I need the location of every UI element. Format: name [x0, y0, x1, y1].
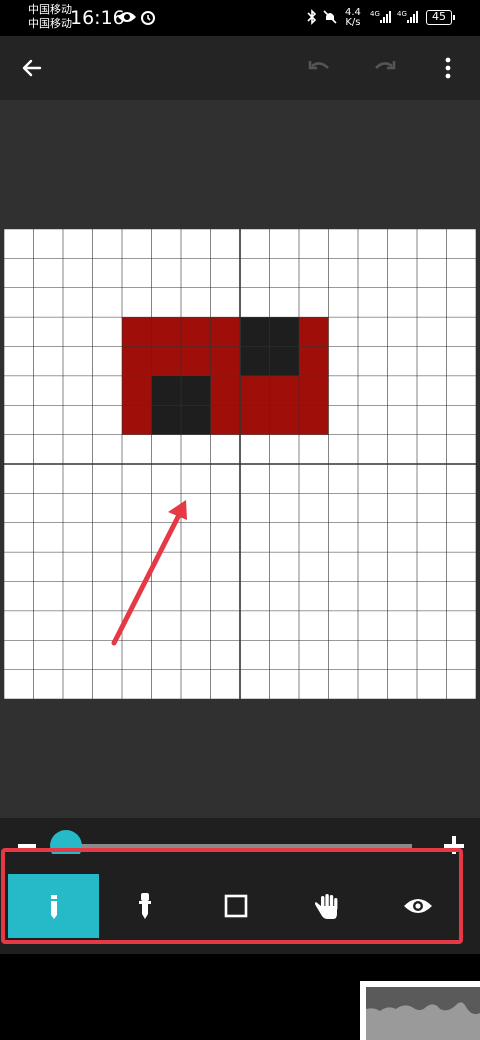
top-app-bar [0, 36, 480, 100]
carrier-label-2: 中国移动 [28, 17, 72, 30]
preview-thumbnail-image [366, 987, 480, 1040]
canvas-area [0, 100, 480, 818]
eye-icon [404, 899, 433, 913]
zoom-in-button[interactable] [444, 836, 464, 856]
eraser-tool-tab[interactable] [190, 874, 281, 938]
redo-icon [375, 61, 396, 70]
square-icon [224, 894, 248, 918]
pan-tool-tab[interactable] [282, 874, 373, 938]
back-button[interactable] [12, 48, 52, 88]
pencil-icon [50, 895, 57, 919]
zoom-out-button[interactable] [18, 844, 36, 848]
tool-tabs [8, 874, 464, 938]
bluetooth-icon [307, 9, 317, 25]
thumbnail-silhouette [366, 1002, 480, 1040]
eyedropper-tool-tab[interactable] [99, 874, 190, 938]
redo-button[interactable] [364, 48, 404, 88]
mute-bell-icon [323, 10, 337, 24]
preview-thumbnail[interactable] [360, 981, 480, 1040]
hand-icon [315, 894, 338, 919]
svg-text:4G: 4G [370, 10, 380, 18]
undo-icon [308, 61, 329, 70]
eye-status-icon [118, 12, 136, 22]
carrier-label-1: 中国移动 [28, 3, 72, 16]
eyedropper-icon [138, 893, 151, 919]
svg-text:4G: 4G [397, 10, 407, 18]
battery-indicator: 45 [426, 10, 455, 25]
status-bar: 中国移动 中国移动 16:16 4.4 K/s 4G 4G 45 [0, 0, 480, 36]
annotation-arrow [111, 500, 187, 646]
zoom-slider-row [0, 818, 480, 862]
signal-icon-1: 4G [370, 10, 391, 23]
signal-icon-2: 4G [397, 10, 418, 23]
tool-bar [0, 854, 480, 954]
zoom-slider-track[interactable] [62, 844, 412, 848]
network-speed: 4.4 K/s [345, 8, 361, 28]
more-options-button[interactable] [428, 48, 468, 88]
alarm-icon [141, 11, 155, 25]
pencil-tool-tab[interactable] [8, 874, 100, 938]
more-vert-icon [445, 57, 451, 79]
network-speed-unit: K/s [345, 17, 361, 28]
back-arrow-icon [22, 59, 42, 77]
undo-button[interactable] [300, 48, 340, 88]
preview-tool-tab[interactable] [373, 874, 464, 938]
